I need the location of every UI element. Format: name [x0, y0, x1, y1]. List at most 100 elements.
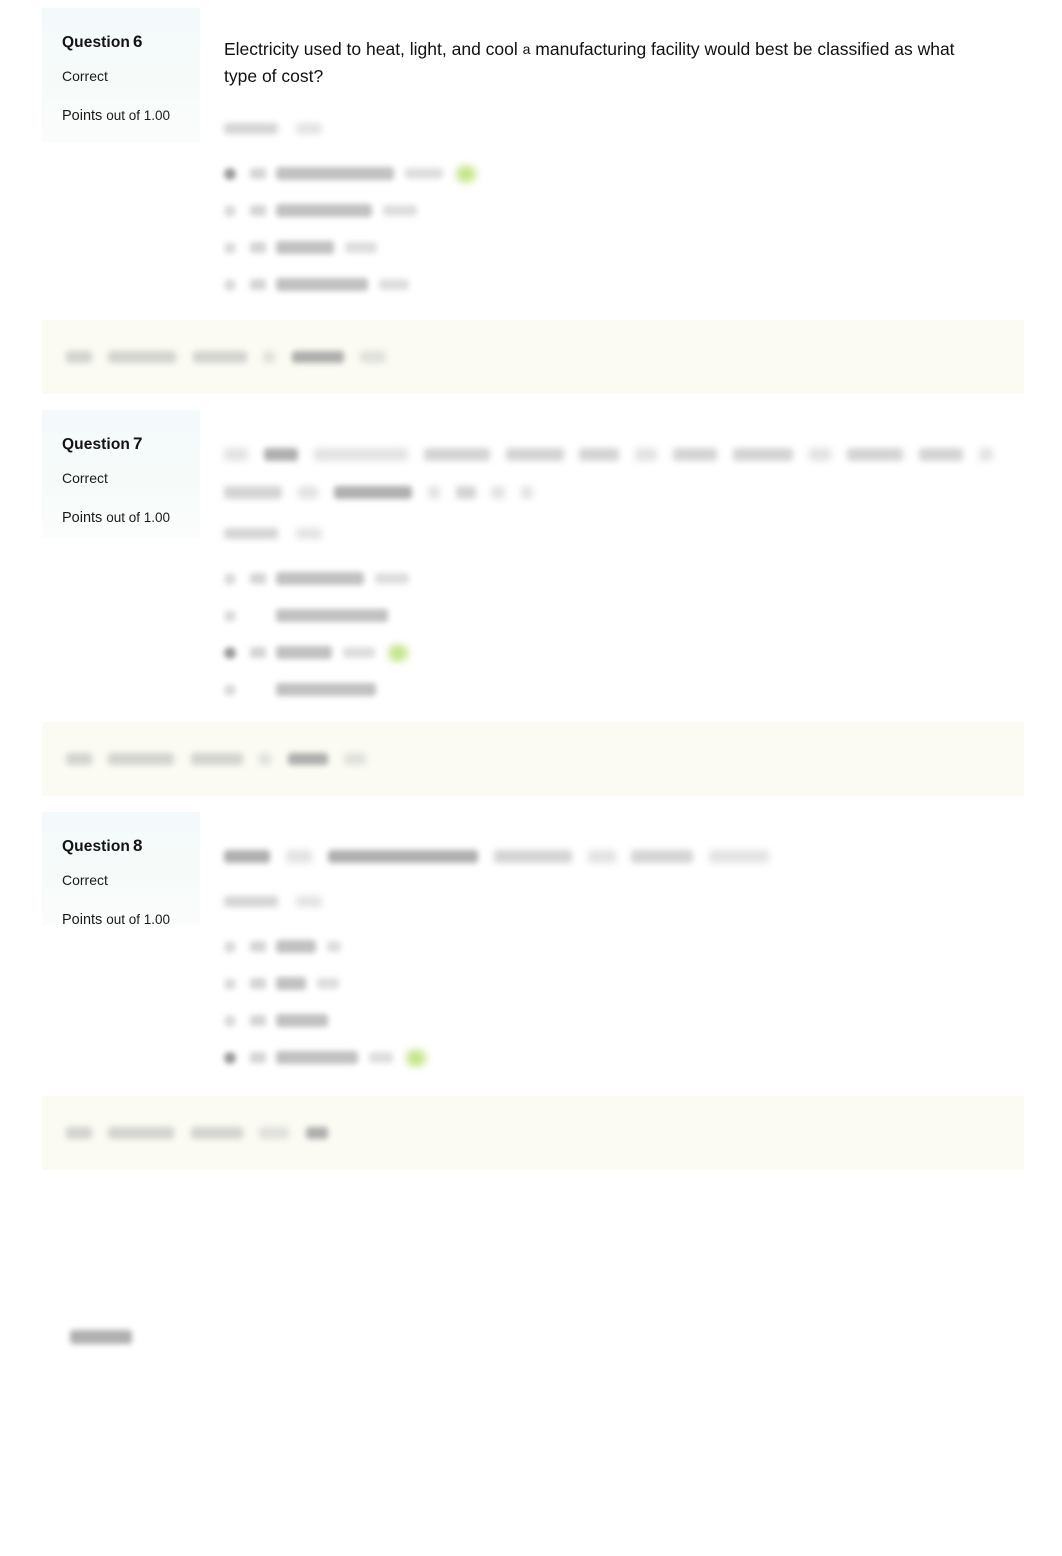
stem-run — [423, 447, 490, 461]
radio-icon[interactable] — [224, 572, 236, 585]
option-row[interactable] — [224, 192, 998, 229]
question-content-7 — [200, 410, 1024, 738]
fb-run — [287, 752, 328, 765]
option-row[interactable] — [224, 928, 998, 965]
question-content-6: Electricity used to heat, light, and coo… — [200, 8, 1024, 333]
option-row[interactable] — [224, 671, 998, 708]
fb-run — [108, 1126, 175, 1139]
option-text-redaction — [276, 1051, 358, 1064]
radio-icon[interactable] — [224, 278, 236, 291]
option-row[interactable] — [224, 1002, 998, 1039]
stem-run — [285, 849, 312, 863]
option-row[interactable] — [224, 560, 998, 597]
stem-run — [313, 447, 408, 461]
fb-run — [66, 752, 92, 765]
feedback-bar-6 — [42, 320, 1024, 394]
answer-label-redaction — [224, 528, 278, 540]
stem-run — [505, 447, 564, 461]
option-row[interactable] — [224, 266, 998, 303]
stem-run — [327, 849, 478, 863]
stem-run — [263, 447, 298, 461]
question-stem-6: Electricity used to heat, light, and coo… — [224, 39, 955, 86]
points-label: Points — [62, 510, 103, 526]
feedback-text-redaction — [66, 348, 398, 366]
question-stem-7 — [224, 440, 993, 505]
option-letter — [250, 573, 266, 584]
question-number-label: Question — [62, 838, 130, 855]
question-body: Question 6 Correct Points out of 1.00 Ele… — [42, 8, 1024, 333]
option-letter — [250, 242, 266, 253]
options-list-6 — [224, 155, 998, 303]
question-block-7: Question 7 Correct Points out of 1.00 — [42, 410, 1024, 738]
radio-icon[interactable] — [224, 683, 236, 696]
answer-label-8 — [224, 893, 998, 911]
bottom-control-redaction[interactable] — [70, 1329, 132, 1344]
radio-icon[interactable] — [224, 1014, 236, 1027]
fb-run — [108, 350, 177, 363]
radio-icon[interactable] — [224, 204, 236, 217]
option-text-redaction — [276, 572, 364, 585]
option-row[interactable] — [224, 1039, 998, 1076]
option-row[interactable] — [224, 229, 998, 266]
fb-run — [263, 350, 276, 363]
question-content-8 — [200, 812, 1024, 1106]
option-text-redaction — [276, 940, 316, 953]
option-row[interactable] — [224, 634, 998, 671]
option-tail-redaction — [327, 941, 341, 952]
fb-run — [291, 350, 344, 363]
option-letter — [250, 205, 266, 216]
answer-label-redaction-2 — [296, 896, 323, 908]
stem-run — [808, 447, 831, 461]
correct-check-icon — [387, 641, 411, 664]
feedback-bar-8 — [42, 1096, 1024, 1170]
stem-redaction-line — [224, 440, 993, 467]
radio-icon[interactable] — [224, 167, 236, 180]
question-number-heading: Question 6 — [62, 32, 186, 52]
option-tail-redaction — [375, 573, 409, 584]
points-out-of: out of 1.00 — [106, 510, 171, 525]
option-letter — [250, 168, 266, 179]
stem-run — [455, 485, 476, 499]
feedback-bar-7 — [42, 722, 1024, 796]
option-tail-redaction — [379, 279, 409, 290]
radio-icon[interactable] — [224, 241, 236, 254]
radio-icon[interactable] — [224, 977, 236, 990]
question-points: Points out of 1.00 — [62, 509, 186, 526]
option-letter — [250, 941, 266, 952]
question-number-label: Question — [62, 436, 130, 453]
stem-run — [427, 485, 440, 499]
fb-run — [66, 1126, 92, 1139]
stem-run — [493, 849, 572, 863]
fb-run — [305, 1126, 328, 1139]
stem-run — [978, 447, 993, 461]
fb-run — [259, 752, 272, 765]
option-text-redaction — [276, 646, 332, 659]
option-row[interactable] — [224, 155, 998, 192]
radio-icon[interactable] — [224, 646, 236, 659]
option-letter — [250, 978, 266, 989]
option-row[interactable] — [224, 965, 998, 1002]
radio-icon[interactable] — [224, 940, 236, 953]
radio-icon[interactable] — [224, 609, 236, 622]
question-number-heading: Question 8 — [62, 836, 186, 856]
question-info-panel-6: Question 6 Correct Points out of 1.00 — [42, 8, 200, 143]
fb-run — [190, 752, 243, 765]
correct-check-icon — [405, 1046, 429, 1069]
question-info-panel-8: Question 8 Correct Points out of 1.00 — [42, 812, 200, 925]
stem-run — [333, 485, 412, 499]
option-text-redaction — [276, 1014, 328, 1027]
option-tail-redaction — [369, 1052, 393, 1063]
quiz-review-page: Question 6 Correct Points out of 1.00 Ele… — [0, 0, 1062, 1556]
question-block-8: Question 8 Correct Points out of 1.00 — [42, 812, 1024, 1106]
fb-run — [108, 752, 175, 765]
option-text-redaction — [276, 167, 394, 180]
option-tail-redaction — [317, 978, 339, 989]
stem-run — [521, 485, 534, 499]
bottom-control[interactable] — [70, 1328, 132, 1346]
option-row[interactable] — [224, 597, 998, 634]
option-letter — [250, 279, 266, 290]
option-text-redaction — [276, 609, 388, 622]
option-letter — [250, 1052, 266, 1063]
option-text-redaction — [276, 241, 334, 254]
radio-icon[interactable] — [224, 1051, 236, 1064]
